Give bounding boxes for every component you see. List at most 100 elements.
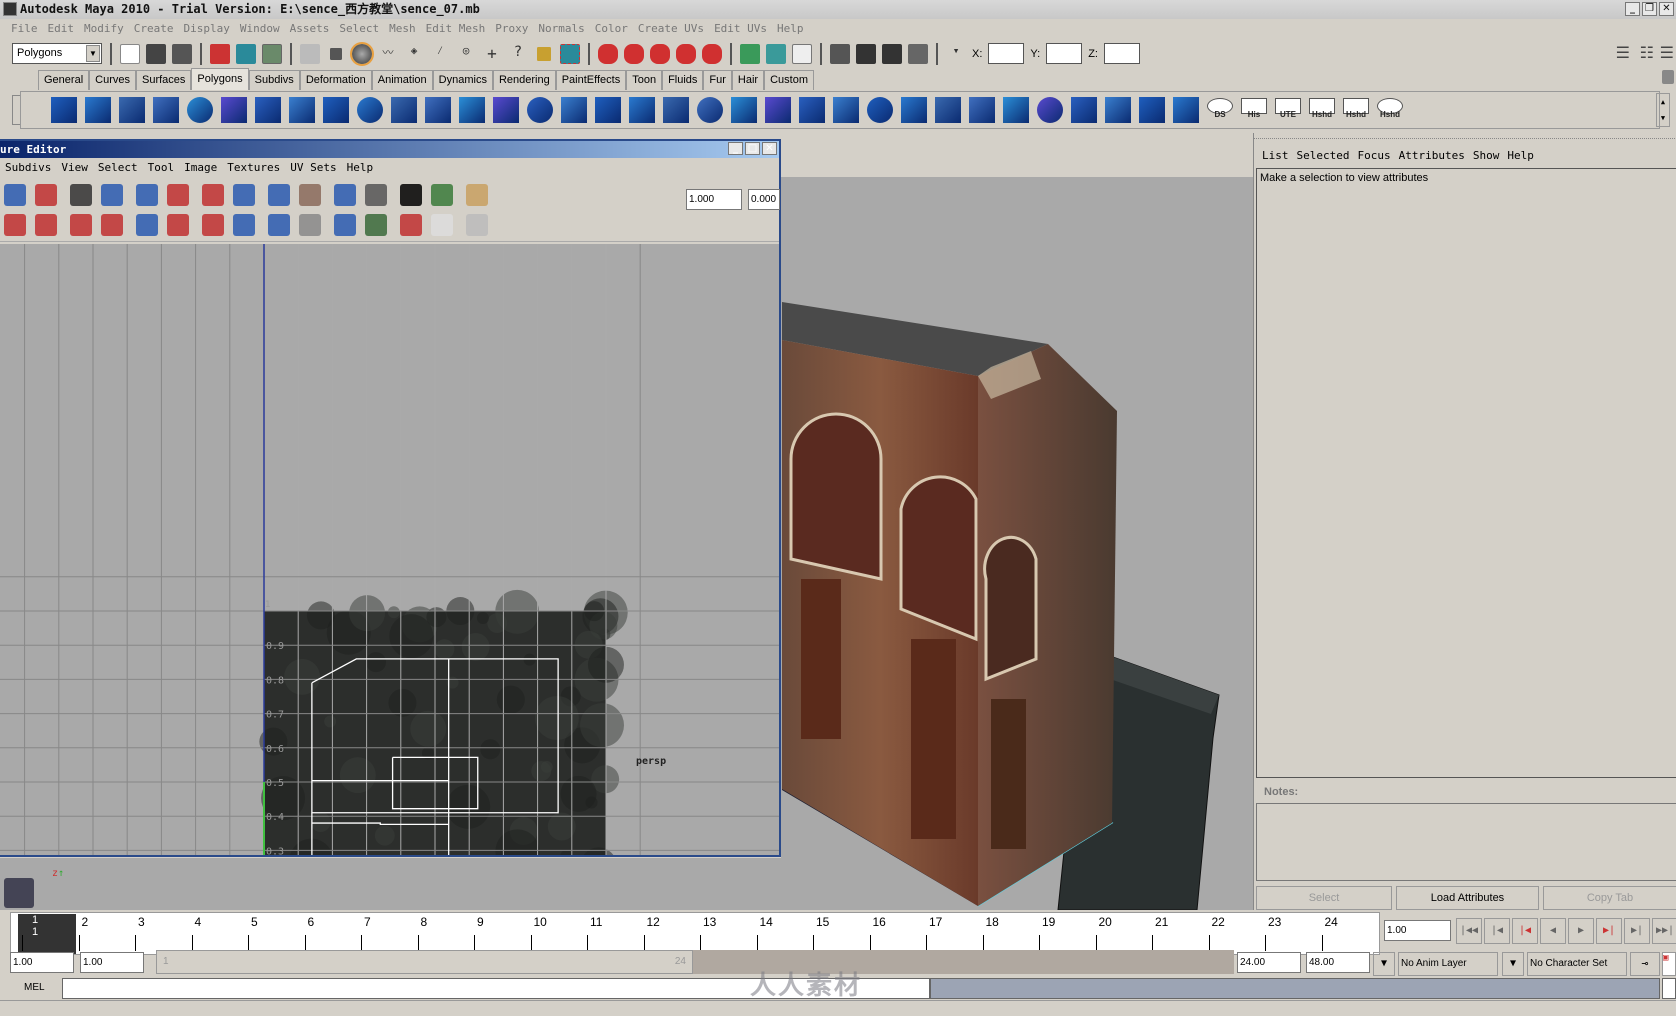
copy-tab-button[interactable]: Copy Tab <box>1543 886 1676 910</box>
shelf-prism-icon[interactable] <box>255 97 281 123</box>
time-slider[interactable]: 11 2 3 4 5 6 7 8 9 10 11 12 13 14 15 16 17 18 19 20 21 22 23 2… <box>10 912 1380 955</box>
input-mode-icon[interactable]: ▾ <box>946 44 966 64</box>
shelf-cylindrical-map-icon[interactable] <box>969 97 995 123</box>
layout-uv-icon[interactable] <box>136 184 158 206</box>
unfold-icon[interactable] <box>70 214 92 236</box>
menu-color[interactable]: Color <box>590 19 633 39</box>
shelf-his-icon[interactable]: His <box>1241 98 1267 119</box>
deformation-icon[interactable]: ◈ <box>404 44 424 64</box>
shelf-lattice-icon[interactable] <box>1173 97 1199 123</box>
menu-modify[interactable]: Modify <box>79 19 129 39</box>
script-editor-icon[interactable] <box>1662 978 1676 999</box>
snapshot-icon[interactable] <box>233 184 255 206</box>
shelf-cube-icon[interactable] <box>85 97 111 123</box>
align-top-icon[interactable] <box>202 214 224 236</box>
menu-file[interactable]: File <box>6 19 43 39</box>
shelf-soccer-ball-icon[interactable] <box>323 97 349 123</box>
shelf-checker-uv-icon[interactable] <box>901 97 927 123</box>
shelf-tab-custom[interactable]: Custom <box>764 70 814 90</box>
shelf-cone-icon[interactable] <box>153 97 179 123</box>
select-component-icon[interactable] <box>262 43 282 64</box>
minimize-button[interactable]: _ <box>1625 2 1640 16</box>
menu-create[interactable]: Create <box>129 19 179 39</box>
shelf-tab-surfaces[interactable]: Surfaces <box>135 70 192 90</box>
attr-menu-list[interactable]: List <box>1258 147 1293 165</box>
uv-maximize-button[interactable]: □ <box>745 142 760 155</box>
menu-assets[interactable]: Assets <box>285 19 335 39</box>
show-channel-box-icon[interactable]: ☰ <box>1660 43 1674 62</box>
menu-edit[interactable]: Edit <box>43 19 80 39</box>
current-time-field[interactable]: 1.00 <box>1384 920 1451 941</box>
attr-menu-selected[interactable]: Selected <box>1293 147 1354 165</box>
attr-menu-attributes[interactable]: Attributes <box>1395 147 1469 165</box>
curve-icon[interactable]: 〰 <box>378 44 398 64</box>
shelf-ute-icon[interactable]: UTE <box>1275 98 1301 119</box>
shelf-tab-fluids[interactable]: Fluids <box>662 70 704 90</box>
select-by-joint-icon[interactable] <box>330 47 342 60</box>
shelf-scroll[interactable]: ▲ ▼ <box>1656 93 1670 127</box>
paste-uv-icon[interactable] <box>466 184 488 206</box>
input-ops-icon[interactable] <box>740 43 760 64</box>
play-forwards-button[interactable]: ▶ <box>1568 918 1594 944</box>
rotate-ccw-icon[interactable] <box>35 184 57 206</box>
notes-field[interactable] <box>1256 803 1676 881</box>
shelf-uv-editor-icon[interactable] <box>1071 97 1097 123</box>
scene-geometry[interactable] <box>781 139 1253 910</box>
step-back-key-button[interactable]: |◀ <box>1512 918 1538 944</box>
menuset-dropdown[interactable]: Polygons ▼ <box>12 43 102 64</box>
shelf-pipe-icon[interactable] <box>289 97 315 123</box>
help-question-icon[interactable]: ? <box>508 44 528 64</box>
uv-menu-view[interactable]: View <box>56 158 93 178</box>
current-frame-marker[interactable]: 11 <box>18 914 76 954</box>
shelf-extract-icon[interactable] <box>425 97 451 123</box>
playback-start-field[interactable]: 1.00 <box>80 952 144 973</box>
pixel-snap-icon[interactable] <box>334 184 356 206</box>
output-ops-icon[interactable] <box>766 43 786 64</box>
play-backwards-button[interactable]: ◀ <box>1540 918 1566 944</box>
align-right-icon[interactable] <box>167 214 189 236</box>
shelf-offset-loop-icon[interactable] <box>765 97 791 123</box>
shelf-boolean-icon[interactable] <box>493 97 519 123</box>
shelf-separate-icon[interactable] <box>391 97 417 123</box>
shelf-tab-dynamics[interactable]: Dynamics <box>432 70 493 90</box>
shelf-tab-curves[interactable]: Curves <box>89 70 136 90</box>
start-time-field[interactable]: 1.00 <box>10 952 74 973</box>
shelf-extrude-icon[interactable] <box>595 97 621 123</box>
sew-uv-icon[interactable] <box>101 214 123 236</box>
lock-icon[interactable] <box>537 46 551 61</box>
shelf-bevel-icon[interactable] <box>561 97 587 123</box>
uv-menu-uv-sets[interactable]: UV Sets <box>285 158 341 178</box>
y-field[interactable] <box>1046 43 1083 64</box>
move-uv-icon[interactable] <box>4 184 26 206</box>
psd-network-icon[interactable] <box>431 184 453 206</box>
align-left-icon[interactable] <box>167 184 189 206</box>
uv-menu-image[interactable]: Image <box>179 158 222 178</box>
isolate-remove-icon[interactable] <box>268 214 290 236</box>
shelf-tab-toon[interactable]: Toon <box>626 70 663 90</box>
isolate-add-icon[interactable] <box>233 214 255 236</box>
new-scene-icon[interactable] <box>120 43 140 64</box>
shelf-sew-uv-icon[interactable] <box>1139 97 1165 123</box>
shelf-tab-subdivs[interactable]: Subdivs <box>248 70 300 90</box>
rotate-cw-icon[interactable] <box>35 214 57 236</box>
animation-prefs-icon[interactable]: ▣ <box>1662 952 1676 976</box>
step-forward-key-button[interactable]: ▶| <box>1596 918 1622 944</box>
shelf-torus-icon[interactable] <box>221 97 247 123</box>
menu-proxy[interactable]: Proxy <box>490 19 533 39</box>
render-settings-icon[interactable] <box>908 43 928 64</box>
shelf-auto-map-icon[interactable] <box>1037 97 1063 123</box>
ipr-render-icon[interactable] <box>882 43 902 64</box>
open-scene-icon[interactable] <box>146 43 166 64</box>
attr-menu-show[interactable]: Show <box>1469 147 1504 165</box>
menu-mesh[interactable]: Mesh <box>384 19 421 39</box>
shelf-split-icon[interactable] <box>697 97 723 123</box>
uv-menu-textures[interactable]: Textures <box>222 158 285 178</box>
shelf-tab-polygons[interactable]: Polygons <box>191 68 249 90</box>
menu-select[interactable]: Select <box>334 19 384 39</box>
shelf-bridge-icon[interactable] <box>629 97 655 123</box>
go-to-end-button[interactable]: ▶▶| <box>1652 918 1676 944</box>
uv-menu-help[interactable]: Help <box>342 158 379 178</box>
shelf-slide-edge-icon[interactable] <box>799 97 825 123</box>
uv-field-1[interactable]: 1.000 <box>686 189 742 210</box>
uv-field-2[interactable]: 0.000 <box>748 189 780 210</box>
